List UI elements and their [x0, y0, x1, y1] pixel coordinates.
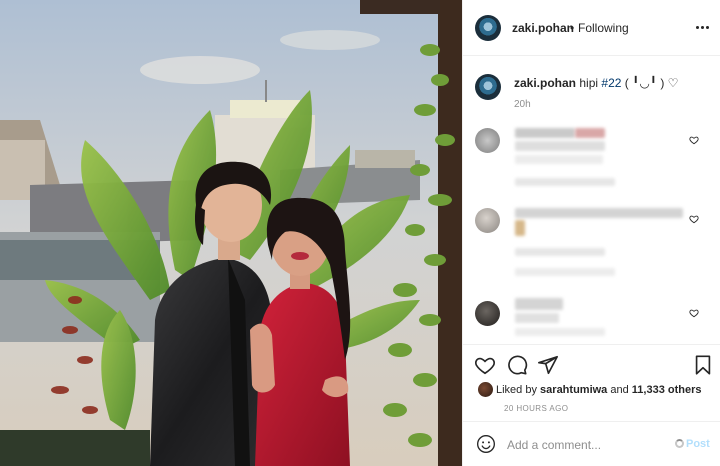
author-username[interactable]: zaki.pohan	[512, 21, 574, 35]
comment-icon[interactable]	[506, 354, 528, 376]
blurred-comment-text	[515, 313, 559, 323]
heart-icon[interactable]	[689, 214, 699, 224]
blurred-comment-meta	[515, 328, 605, 336]
post-timestamp[interactable]: 20 HOURS AGO	[504, 404, 568, 413]
likes-and: and	[610, 384, 629, 396]
likes-prefix: Liked by	[496, 384, 537, 396]
caption-text: hipi	[579, 76, 599, 90]
comment-avatar[interactable]	[475, 128, 500, 153]
comments-list[interactable]: zaki.pohan hipi #22 ( ╹◡╹ ) ♡ 20h	[463, 57, 720, 344]
blurred-comment-text	[575, 128, 605, 138]
blurred-comment-text	[515, 298, 563, 310]
separator-dot: •	[570, 21, 575, 35]
smile-icon[interactable]	[476, 434, 496, 454]
caption-username[interactable]: zaki.pohan	[514, 76, 576, 90]
heart-icon[interactable]	[474, 354, 496, 376]
blurred-comment-text	[515, 128, 575, 138]
photo-illustration	[0, 0, 462, 466]
heart-icon[interactable]	[689, 308, 699, 318]
action-bar: Liked by sarahtumiwa and 11,333 others	[463, 344, 720, 419]
comment-input[interactable]	[507, 435, 667, 455]
heart-icon[interactable]	[689, 135, 699, 145]
blurred-comment-meta	[515, 268, 615, 276]
blurred-comment-meta	[515, 178, 615, 186]
add-comment-bar: Post	[463, 421, 720, 466]
caption-emoticon: ( ╹◡╹ ) ♡	[624, 76, 679, 90]
post-header: zaki.pohan • Following	[463, 0, 720, 56]
following-button[interactable]: Following	[578, 21, 629, 35]
blurred-comment-text	[515, 220, 525, 236]
caption: zaki.pohan hipi #22 ( ╹◡╹ ) ♡	[514, 75, 704, 91]
blurred-comment-text	[515, 141, 605, 151]
liker-username[interactable]: sarahtumiwa	[540, 384, 607, 396]
share-icon[interactable]	[537, 354, 559, 376]
caption-hashtag[interactable]: #22	[601, 76, 621, 90]
more-horizontal-icon[interactable]	[696, 20, 710, 34]
caption-avatar[interactable]	[475, 74, 501, 100]
blurred-comment-text	[515, 155, 603, 164]
comment-avatar[interactable]	[475, 208, 500, 233]
post-button[interactable]: Post	[675, 438, 710, 450]
post-button-label: Post	[686, 438, 710, 450]
likes-count[interactable]: 11,333 others	[632, 384, 702, 396]
caption-timestamp: 20h	[514, 99, 531, 110]
post-details-panel: zaki.pohan • Following zaki.pohan hipi #…	[462, 0, 720, 466]
blurred-comment-meta	[515, 248, 605, 256]
author-avatar[interactable]	[475, 15, 501, 41]
loading-spinner-icon	[675, 439, 684, 448]
blurred-comment-text	[515, 208, 683, 218]
comment-avatar[interactable]	[475, 301, 500, 326]
post-photo[interactable]	[0, 0, 462, 466]
bookmark-icon[interactable]	[692, 354, 714, 376]
likes-summary[interactable]: Liked by sarahtumiwa and 11,333 others	[496, 384, 702, 396]
liker-avatar[interactable]	[478, 382, 493, 397]
